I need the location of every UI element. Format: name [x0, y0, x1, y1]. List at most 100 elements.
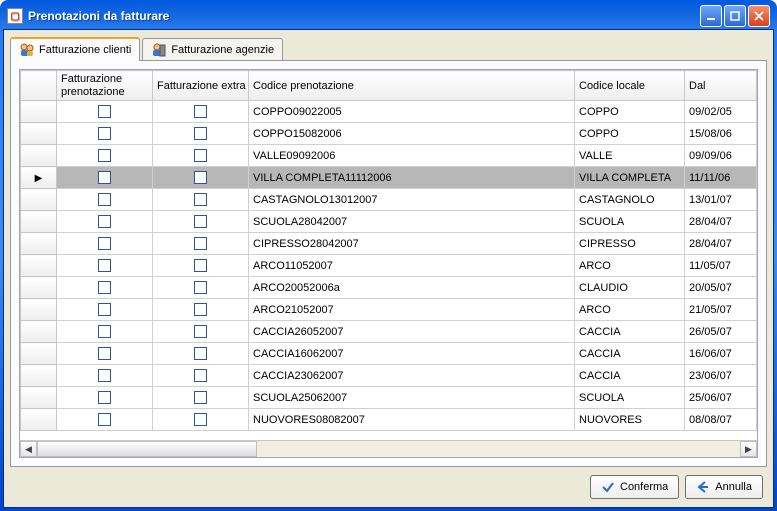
checkbox[interactable]: [98, 391, 111, 404]
cell-fatt-extra[interactable]: [153, 343, 249, 365]
scroll-right-button[interactable]: ▶: [740, 441, 757, 457]
cell-codice-loc[interactable]: SCUOLA: [575, 387, 685, 409]
checkbox[interactable]: [98, 325, 111, 338]
close-button[interactable]: [748, 5, 770, 27]
cell-codice-pren[interactable]: NUOVORES08082007: [249, 409, 575, 431]
cell-fatt-extra[interactable]: [153, 255, 249, 277]
cell-fatt-extra[interactable]: [153, 189, 249, 211]
cell-fatt-extra[interactable]: [153, 299, 249, 321]
cell-fatt-pren[interactable]: [57, 123, 153, 145]
row-header-corner[interactable]: [21, 71, 57, 101]
cell-codice-pren[interactable]: CACCIA26052007: [249, 321, 575, 343]
checkbox[interactable]: [194, 215, 207, 228]
cell-codice-loc[interactable]: CACCIA: [575, 365, 685, 387]
cell-codice-pren[interactable]: CASTAGNOLO13012007: [249, 189, 575, 211]
minimize-button[interactable]: [700, 5, 722, 27]
row-header[interactable]: [21, 387, 57, 409]
maximize-button[interactable]: [724, 5, 746, 27]
cell-codice-pren[interactable]: CIPRESSO28042007: [249, 233, 575, 255]
column-header-dal[interactable]: Dal: [685, 71, 757, 101]
cancel-button[interactable]: Annulla: [685, 475, 763, 499]
cell-fatt-pren[interactable]: [57, 343, 153, 365]
cell-dal[interactable]: 25/06/07: [685, 387, 757, 409]
cell-fatt-pren[interactable]: [57, 167, 153, 189]
table-row[interactable]: SCUOLA28042007SCUOLA28/04/07: [21, 211, 757, 233]
checkbox[interactable]: [98, 369, 111, 382]
checkbox[interactable]: [98, 281, 111, 294]
cell-fatt-pren[interactable]: [57, 321, 153, 343]
cell-codice-loc[interactable]: VILLA COMPLETA: [575, 167, 685, 189]
cell-codice-loc[interactable]: ARCO: [575, 299, 685, 321]
row-header[interactable]: [21, 101, 57, 123]
column-header-fatt-extra[interactable]: Fatturazione extra: [153, 71, 249, 101]
cell-dal[interactable]: 26/05/07: [685, 321, 757, 343]
scroll-left-button[interactable]: ◀: [20, 441, 37, 457]
row-header[interactable]: [21, 299, 57, 321]
cell-fatt-extra[interactable]: [153, 233, 249, 255]
cell-codice-loc[interactable]: SCUOLA: [575, 211, 685, 233]
cell-dal[interactable]: 28/04/07: [685, 233, 757, 255]
scroll-track[interactable]: [37, 441, 740, 457]
checkbox[interactable]: [98, 413, 111, 426]
cell-fatt-pren[interactable]: [57, 189, 153, 211]
cell-fatt-extra[interactable]: [153, 101, 249, 123]
cell-fatt-pren[interactable]: [57, 365, 153, 387]
cell-fatt-extra[interactable]: [153, 145, 249, 167]
table-row[interactable]: ARCO11052007ARCO11/05/07: [21, 255, 757, 277]
cell-codice-pren[interactable]: VALLE09092006: [249, 145, 575, 167]
tab-fatturazione-clienti[interactable]: Fatturazione clienti: [10, 37, 140, 61]
cell-codice-pren[interactable]: COPPO09022005: [249, 101, 575, 123]
table-row[interactable]: CASTAGNOLO13012007CASTAGNOLO13/01/07: [21, 189, 757, 211]
cell-codice-pren[interactable]: ARCO21052007: [249, 299, 575, 321]
cell-codice-loc[interactable]: VALLE: [575, 145, 685, 167]
table-row[interactable]: CACCIA16062007CACCIA16/06/07: [21, 343, 757, 365]
checkbox[interactable]: [194, 325, 207, 338]
cell-codice-pren[interactable]: CACCIA23062007: [249, 365, 575, 387]
row-header[interactable]: [21, 277, 57, 299]
checkbox[interactable]: [194, 171, 207, 184]
row-header[interactable]: [21, 189, 57, 211]
cell-dal[interactable]: 20/05/07: [685, 277, 757, 299]
cell-fatt-extra[interactable]: [153, 409, 249, 431]
cell-fatt-pren[interactable]: [57, 145, 153, 167]
table-row[interactable]: ARCO21052007ARCO21/05/07: [21, 299, 757, 321]
checkbox[interactable]: [194, 105, 207, 118]
row-header[interactable]: [21, 255, 57, 277]
cell-codice-pren[interactable]: ARCO20052006a: [249, 277, 575, 299]
cell-dal[interactable]: 21/05/07: [685, 299, 757, 321]
cell-codice-pren[interactable]: SCUOLA25062007: [249, 387, 575, 409]
cell-dal[interactable]: 08/08/07: [685, 409, 757, 431]
row-header[interactable]: [21, 211, 57, 233]
cell-fatt-extra[interactable]: [153, 211, 249, 233]
checkbox[interactable]: [194, 259, 207, 272]
checkbox[interactable]: [98, 105, 111, 118]
table-row[interactable]: SCUOLA25062007SCUOLA25/06/07: [21, 387, 757, 409]
checkbox[interactable]: [98, 149, 111, 162]
checkbox[interactable]: [194, 149, 207, 162]
checkbox[interactable]: [194, 281, 207, 294]
table-row[interactable]: CACCIA23062007CACCIA23/06/07: [21, 365, 757, 387]
checkbox[interactable]: [98, 259, 111, 272]
cell-dal[interactable]: 15/08/06: [685, 123, 757, 145]
column-header-codice-pren[interactable]: Codice prenotazione: [249, 71, 575, 101]
cell-codice-loc[interactable]: COPPO: [575, 123, 685, 145]
cell-codice-loc[interactable]: CIPRESSO: [575, 233, 685, 255]
cell-fatt-extra[interactable]: [153, 365, 249, 387]
table-row[interactable]: CACCIA26052007CACCIA26/05/07: [21, 321, 757, 343]
cell-codice-loc[interactable]: CLAUDIO: [575, 277, 685, 299]
checkbox[interactable]: [98, 303, 111, 316]
row-header[interactable]: [21, 365, 57, 387]
cell-codice-pren[interactable]: VILLA COMPLETA11112006: [249, 167, 575, 189]
table-row[interactable]: COPPO09022005COPPO09/02/05: [21, 101, 757, 123]
horizontal-scrollbar[interactable]: ◀ ▶: [20, 440, 757, 457]
column-header-fatt-pren[interactable]: Fatturazione prenotazione: [57, 71, 153, 101]
table-row[interactable]: ARCO20052006aCLAUDIO20/05/07: [21, 277, 757, 299]
checkbox[interactable]: [194, 369, 207, 382]
cell-fatt-pren[interactable]: [57, 277, 153, 299]
cell-codice-loc[interactable]: CACCIA: [575, 321, 685, 343]
cell-codice-loc[interactable]: COPPO: [575, 101, 685, 123]
table-row[interactable]: ▶VILLA COMPLETA11112006VILLA COMPLETA11/…: [21, 167, 757, 189]
confirm-button[interactable]: Conferma: [590, 475, 679, 499]
cell-dal[interactable]: 11/05/07: [685, 255, 757, 277]
checkbox[interactable]: [98, 193, 111, 206]
